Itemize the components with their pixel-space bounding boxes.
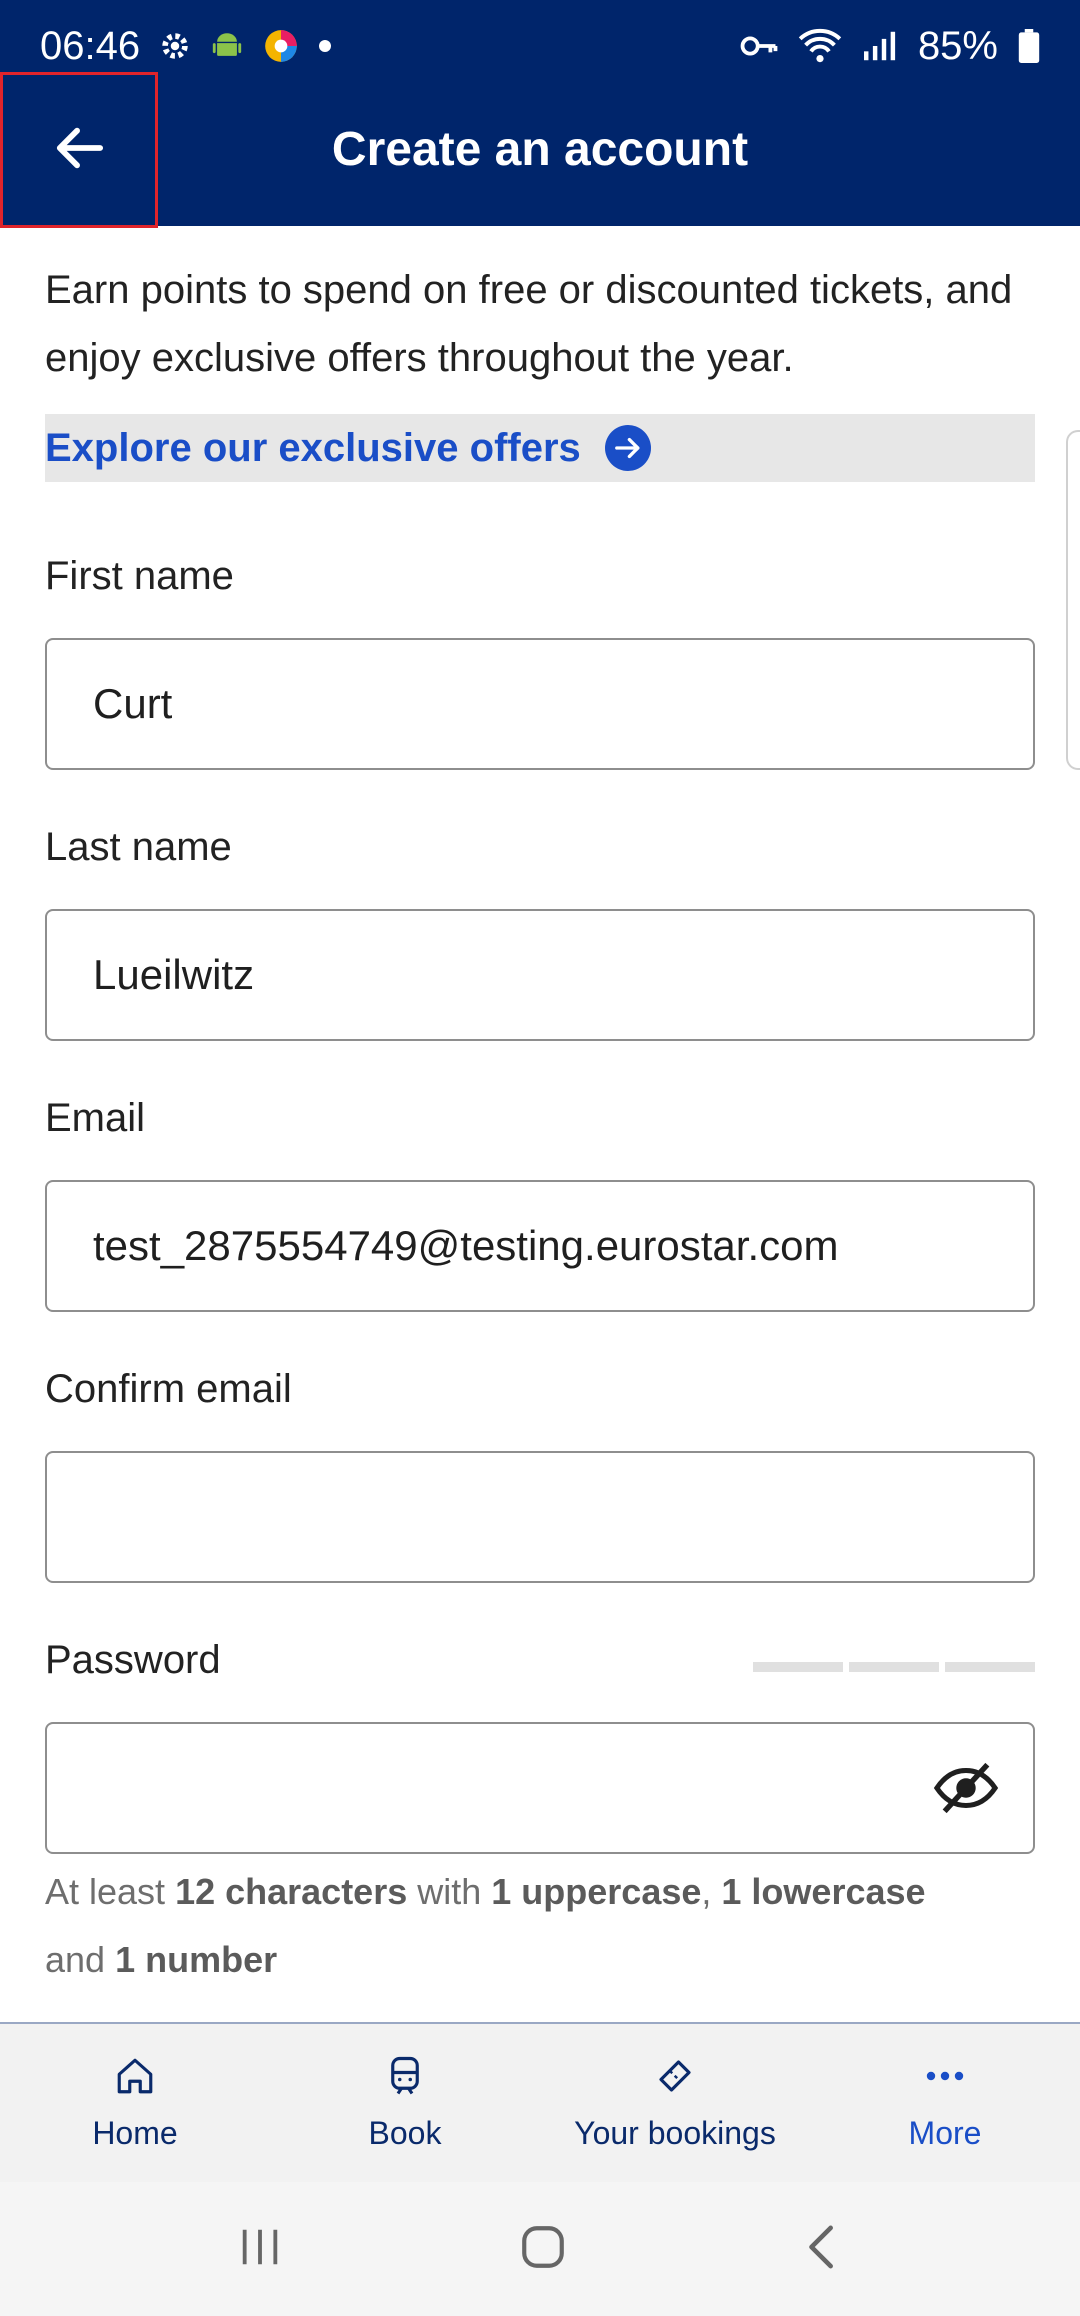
battery-percent: 85% xyxy=(917,23,998,68)
hint-bold: 1 number xyxy=(115,1939,278,1980)
android-icon xyxy=(210,29,244,63)
back-system-button[interactable] xyxy=(803,2224,843,2275)
key-icon xyxy=(740,33,778,59)
nav-your-bookings[interactable]: Your bookings xyxy=(540,2024,810,2182)
strength-segment xyxy=(849,1662,939,1672)
hint-text: and xyxy=(45,1939,116,1980)
first-name-input[interactable]: Curt xyxy=(45,638,1035,770)
nav-book[interactable]: Book xyxy=(270,2024,540,2182)
explore-offers-link[interactable]: Explore our exclusive offers xyxy=(45,414,1035,482)
battery-icon xyxy=(1018,29,1040,63)
nav-more[interactable]: More xyxy=(810,2024,1080,2182)
strength-segment xyxy=(945,1662,1035,1672)
arrow-right-circle-icon xyxy=(604,425,651,471)
password-hint: At least 12 characters with 1 uppercase,… xyxy=(45,1858,1035,1994)
settings-icon xyxy=(158,29,192,63)
nav-home[interactable]: Home xyxy=(0,2024,270,2182)
ticket-icon xyxy=(654,2055,696,2105)
home-system-button[interactable] xyxy=(518,2222,568,2277)
confirm-email-group: Confirm email xyxy=(45,1367,1035,1583)
last-name-label: Last name xyxy=(45,825,232,869)
dot-icon xyxy=(318,39,332,53)
confirm-email-label: Confirm email xyxy=(45,1367,292,1411)
eye-slash-icon[interactable] xyxy=(933,1760,999,1826)
train-icon xyxy=(384,2055,426,2105)
wifi-icon xyxy=(798,28,842,64)
confirm-email-input[interactable] xyxy=(45,1451,1035,1583)
last-name-value: Lueilwitz xyxy=(93,951,255,998)
hint-bold: 12 characters xyxy=(175,1871,408,1912)
hint-bold: 1 uppercase xyxy=(491,1871,702,1912)
home-icon xyxy=(114,2055,156,2105)
page-title: Create an account xyxy=(331,123,749,176)
signal-icon xyxy=(862,30,898,62)
system-nav-bar xyxy=(0,2182,1080,2316)
nav-more-label: More xyxy=(908,2114,982,2151)
email-label: Email xyxy=(45,1096,146,1140)
nav-book-label: Book xyxy=(368,2114,442,2151)
explore-offers-label: Explore our exclusive offers xyxy=(45,425,581,470)
strength-segment xyxy=(753,1662,843,1672)
nav-your-bookings-label: Your bookings xyxy=(574,2114,776,2151)
app-bar: Create an account xyxy=(0,72,1080,228)
first-name-label: First name xyxy=(45,554,234,598)
first-name-group: First name Curt xyxy=(45,554,1035,770)
status-bar: 06:46 85% xyxy=(0,0,1080,92)
hint-bold: 1 lowercase xyxy=(721,1871,926,1912)
first-name-value: Curt xyxy=(93,680,173,727)
last-name-group: Last name Lueilwitz xyxy=(45,825,1035,1041)
bottom-nav: Home Book Your bookings More xyxy=(0,2022,1080,2182)
email-value: test_2875554749@testing.eurostar.com xyxy=(93,1222,839,1269)
hint-text: , xyxy=(701,1871,722,1912)
recent-apps-button[interactable] xyxy=(237,2225,283,2274)
hint-text: At least xyxy=(45,1871,176,1912)
browser-icon xyxy=(262,27,300,65)
intro-text: Earn points to spend on free or discount… xyxy=(45,268,1013,380)
side-scroll-tab[interactable] xyxy=(1066,430,1080,770)
password-group: Password At least 12 characters with 1 u… xyxy=(45,1638,1035,1980)
last-name-input[interactable]: Lueilwitz xyxy=(45,909,1035,1041)
email-group: Email test_2875554749@testing.eurostar.c… xyxy=(45,1096,1035,1312)
nav-home-label: Home xyxy=(92,2114,178,2151)
email-input[interactable]: test_2875554749@testing.eurostar.com xyxy=(45,1180,1035,1312)
status-time: 06:46 xyxy=(40,23,141,68)
password-input[interactable] xyxy=(45,1722,1035,1854)
password-label: Password xyxy=(45,1638,221,1682)
password-strength-meter xyxy=(753,1662,1035,1672)
hint-text: with xyxy=(407,1871,492,1912)
main-content: Earn points to spend on free or discount… xyxy=(45,226,1035,482)
more-dots-icon xyxy=(924,2055,966,2105)
